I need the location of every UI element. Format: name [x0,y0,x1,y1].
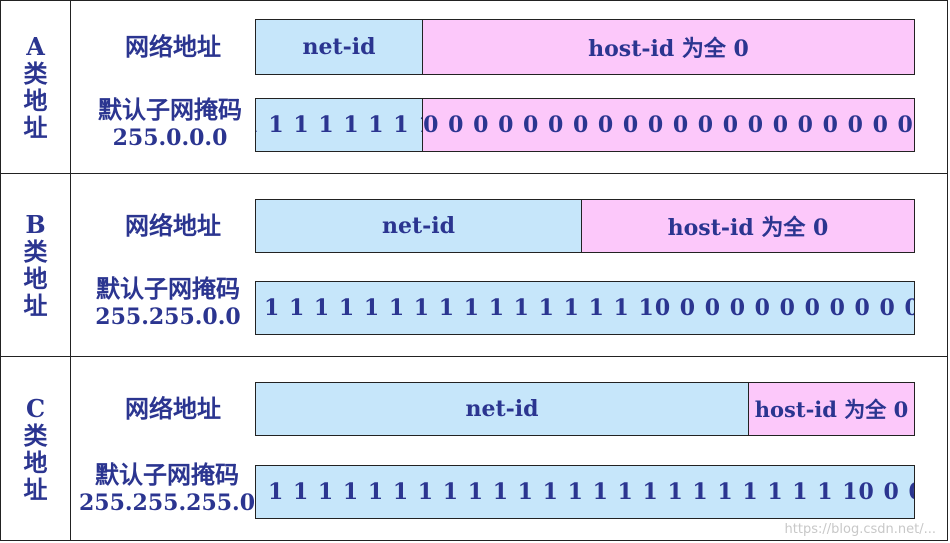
mask-value: 255.0.0.0 [112,125,228,151]
host-id-field: host-id 为全 0 [422,19,915,75]
class-c-label: C 类 地 址 [1,357,71,540]
watermark: https://blog.csdn.net/... [784,522,936,537]
mask-ones: 1 1 1 1 1 1 1 1 1 1 1 1 1 1 1 1 1 1 1 1 … [268,479,859,505]
network-address-label: 网络地址 [125,211,221,240]
class-char: 类 [23,237,48,266]
host-id-field: host-id 为全 0 [581,199,915,253]
mask-ones: 1 1 1 1 1 1 1 1 1 1 1 1 1 1 1 1 [264,295,655,321]
class-char: 地 [23,264,48,293]
class-char: 地 [23,86,48,115]
class-c-row: C 类 地 址 网络地址 net-id host-id 为全 0 默认子网掩码 … [0,356,948,541]
network-address-label: 网络地址 [125,32,221,61]
mask-label-text: 默认子网掩码 [95,460,239,489]
class-char: 地 [23,447,48,477]
default-mask-label: 默认子网掩码 255.0.0.0 [81,96,259,152]
mask-bits-field: 1 1 1 1 1 1 1 1 1 1 1 1 1 1 1 1 1 1 1 1 … [255,465,915,519]
network-address-label: 网络地址 [125,394,221,423]
class-char: 址 [23,474,48,504]
class-a-row: A 类 地 址 网络地址 net-id host-id 为全 0 默认子网掩码 … [0,0,948,174]
class-letter: A [26,32,45,61]
class-char: 址 [23,113,48,142]
mask-label-text: 默认子网掩码 [98,95,242,124]
class-char: 类 [23,59,48,88]
class-b-row: B 类 地 址 网络地址 net-id host-id 为全 0 默认子网掩码 … [0,173,948,357]
net-id-field: net-id [255,199,582,253]
mask-zeros-field: 0 0 0 0 0 0 0 0 0 0 0 0 0 0 0 0 0 0 0 0 … [422,98,915,152]
host-id-field: host-id 为全 0 [748,382,915,436]
mask-bits-field: 1 1 1 1 1 1 1 1 1 1 1 1 1 1 1 1 0 0 0 0 … [255,281,915,335]
mask-ones-field: 1 1 1 1 1 1 1 1 [255,98,423,152]
mask-value: 255.255.255.0 [78,490,256,516]
default-mask-label: 默认子网掩码 255.255.255.0 [77,461,257,517]
mask-value: 255.255.0.0 [95,304,241,330]
net-id-field: net-id [255,382,749,436]
mask-label-text: 默认子网掩码 [96,274,240,303]
net-id-field: net-id [255,19,423,75]
class-b-label: B 类 地 址 [1,174,71,356]
default-mask-label: 默认子网掩码 255.255.0.0 [79,275,257,331]
class-char: 类 [23,420,48,450]
class-letter: C [25,393,46,423]
mask-zeros: 0 0 0 0 0 0 0 0 0 0 0 0 0 0 0 0 [654,295,914,321]
class-a-label: A 类 地 址 [1,1,71,173]
mask-zeros: 0 0 0 0 0 0 0 0 [858,479,914,505]
class-letter: B [25,210,46,239]
class-char: 址 [23,291,48,320]
